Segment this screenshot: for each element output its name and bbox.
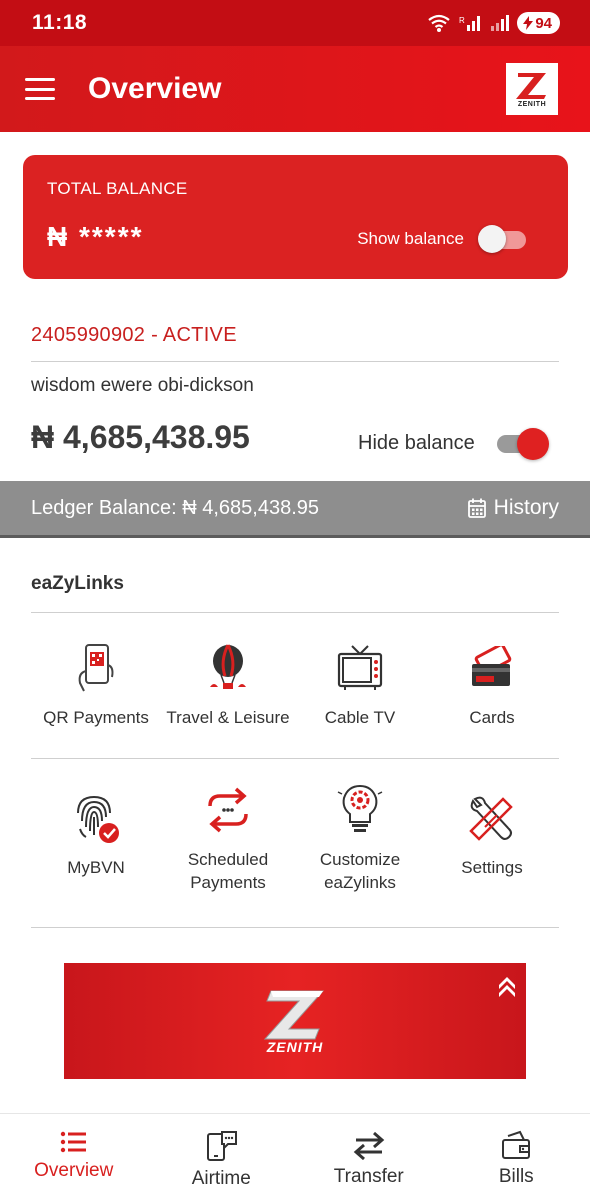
divider xyxy=(31,612,559,613)
battery-level: 94 xyxy=(535,14,552,32)
tools-icon xyxy=(469,796,513,841)
link-label: Customize eaZylinks xyxy=(319,850,401,892)
account-holder-name: wisdom ewere obi-dickson xyxy=(31,375,254,396)
banner-logo-text: ZENITH xyxy=(266,1039,324,1055)
account-number-status: 2405990902 - ACTIVE xyxy=(31,324,237,346)
status-bar: 11:18 R 94 xyxy=(0,0,590,46)
signal-icon-2 xyxy=(491,15,510,31)
tv-icon xyxy=(337,645,383,690)
divider xyxy=(31,361,559,362)
zenith-banner-logo-icon xyxy=(263,990,325,1040)
repeat-arrows-icon xyxy=(208,787,248,833)
app-bar: Overview ZENITH xyxy=(0,46,590,132)
show-balance-control: Show balance xyxy=(357,225,528,253)
zenith-logo: ZENITH xyxy=(506,63,558,115)
link-qr-payments[interactable]: QR Payments xyxy=(30,640,162,729)
link-mybvn[interactable]: MyBVN xyxy=(30,790,162,894)
link-label: Scheduled Payments xyxy=(187,850,269,892)
account-balance: ₦ 4,685,438.95 xyxy=(31,419,250,455)
fingerprint-icon xyxy=(77,795,119,843)
page-title: Overview xyxy=(88,72,222,105)
wallet-icon xyxy=(502,1130,531,1159)
calendar-icon xyxy=(467,498,486,518)
show-balance-label: Show balance xyxy=(357,229,464,248)
bottom-nav: Overview Airtime Transfer Bills xyxy=(0,1113,590,1200)
total-balance-masked: ₦ ***** xyxy=(47,221,144,252)
link-scheduled-payments[interactable]: Scheduled Payments xyxy=(162,782,294,894)
link-label: Travel & Leisure xyxy=(166,708,290,727)
link-customize-eazylinks[interactable]: Customize eaZylinks xyxy=(294,782,426,894)
wifi-icon xyxy=(428,14,450,32)
battery-indicator: 94 xyxy=(517,12,560,34)
nav-airtime[interactable]: Airtime xyxy=(148,1114,296,1200)
ledger-balance-bar: Ledger Balance: ₦ 4,685,438.95 History xyxy=(0,481,590,538)
link-label: Settings xyxy=(461,858,523,877)
ledger-balance: Ledger Balance: ₦ 4,685,438.95 xyxy=(31,496,319,519)
cards-icon xyxy=(472,646,512,686)
divider xyxy=(31,927,559,928)
history-label: History xyxy=(493,496,559,519)
eazylinks-title: eaZyLinks xyxy=(31,573,124,594)
menu-button[interactable] xyxy=(25,78,55,100)
divider xyxy=(31,758,559,759)
zenith-banner[interactable]: ZENITH xyxy=(64,963,526,1079)
zenith-logo-text: ZENITH xyxy=(517,100,547,108)
link-label: Cards xyxy=(469,708,515,727)
svg-text:R: R xyxy=(459,16,465,25)
bolt-icon xyxy=(523,16,534,30)
link-settings[interactable]: Settings xyxy=(426,790,558,894)
qr-phone-icon xyxy=(78,644,114,692)
link-label: Cable TV xyxy=(324,708,396,727)
zenith-z-icon xyxy=(516,72,546,99)
nav-label: Airtime xyxy=(191,1168,251,1189)
lightbulb-gear-icon xyxy=(337,784,383,832)
eazylinks-row-2: MyBVN Scheduled Payments Customize eaZyl… xyxy=(30,784,559,894)
total-balance-label: TOTAL BALANCE xyxy=(47,179,188,198)
nav-label: Overview xyxy=(34,1160,114,1181)
signal-icon: R xyxy=(459,16,481,31)
chevrons-up-icon[interactable] xyxy=(496,973,518,997)
phone-chat-icon xyxy=(207,1131,238,1161)
swap-arrows-icon xyxy=(353,1131,385,1160)
eazylinks-row-1: QR Payments Travel & Leisure Cable TV Ca… xyxy=(30,640,559,729)
status-time: 11:18 xyxy=(32,11,88,34)
status-icons: R 94 xyxy=(427,12,560,34)
hide-balance-toggle[interactable] xyxy=(496,426,549,460)
hide-balance-label: Hide balance xyxy=(358,431,475,454)
link-cable-tv[interactable]: Cable TV xyxy=(294,640,426,729)
nav-transfer[interactable]: Transfer xyxy=(295,1114,443,1200)
show-balance-toggle[interactable] xyxy=(478,225,528,253)
link-label: MyBVN xyxy=(67,858,125,877)
total-balance-card: TOTAL BALANCE ₦ ***** Show balance xyxy=(23,155,568,279)
link-travel-leisure[interactable]: Travel & Leisure xyxy=(162,640,294,729)
list-icon xyxy=(60,1131,86,1153)
nav-overview[interactable]: Overview xyxy=(0,1114,148,1200)
history-button[interactable]: History xyxy=(467,496,559,520)
nav-bills[interactable]: Bills xyxy=(443,1114,590,1200)
nav-label: Transfer xyxy=(333,1166,404,1187)
hot-air-balloon-icon xyxy=(210,644,246,689)
hide-balance-control: Hide balance xyxy=(358,426,549,460)
link-cards[interactable]: Cards xyxy=(426,640,558,729)
link-label: QR Payments xyxy=(43,708,149,727)
nav-label: Bills xyxy=(498,1166,534,1187)
